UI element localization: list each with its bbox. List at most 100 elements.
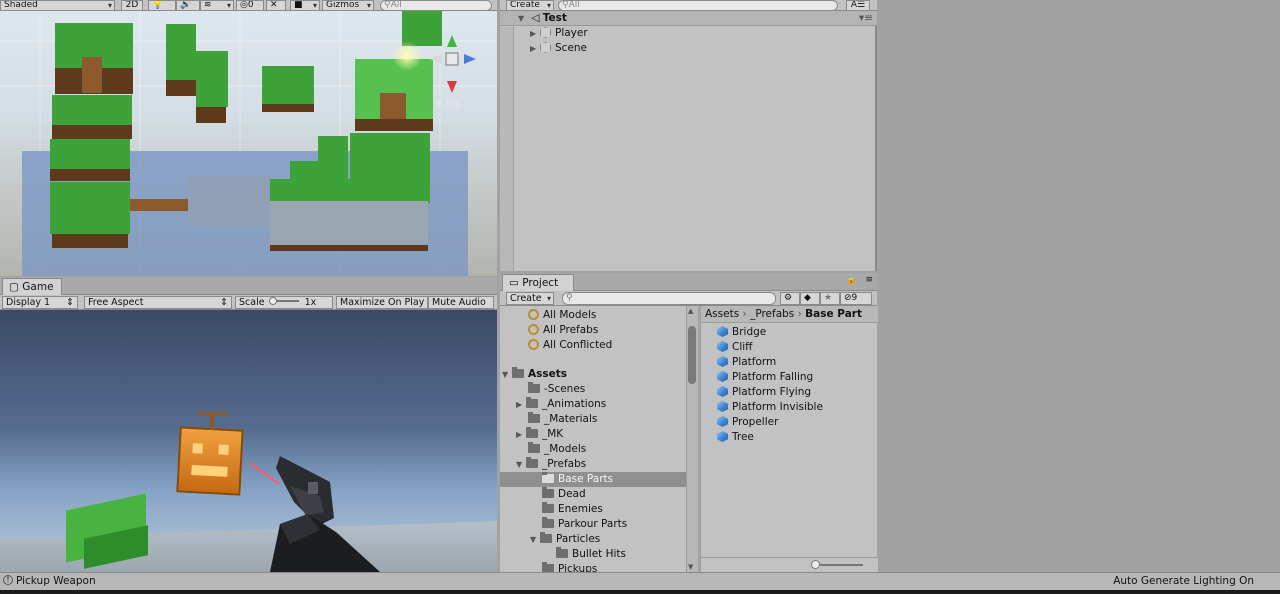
folder-item[interactable]: _Models bbox=[528, 442, 586, 457]
folder-tree-scrollbar[interactable]: ▲ ▼ bbox=[686, 306, 698, 572]
scene-menu-icon[interactable]: ▾≡ bbox=[859, 11, 873, 26]
lock-icon[interactable]: 🔒 bbox=[846, 275, 857, 285]
game-view[interactable] bbox=[0, 310, 497, 572]
expand-arrow-icon[interactable]: ▼ bbox=[516, 457, 526, 472]
hierarchy-item[interactable]: ▶ Scene bbox=[530, 41, 587, 56]
search-icon: ⚲ bbox=[384, 0, 391, 10]
player-weapon bbox=[270, 456, 380, 572]
scene-platform bbox=[188, 176, 270, 226]
display-dropdown[interactable]: Display 1 ⇕ bbox=[2, 296, 78, 309]
asset-item[interactable]: Platform bbox=[717, 355, 776, 370]
expand-arrow-icon[interactable]: ▶ bbox=[516, 397, 526, 412]
audio-toggle-icon[interactable]: 🔊 bbox=[176, 0, 200, 11]
prefab-icon bbox=[717, 341, 728, 352]
hierarchy-create-dropdown[interactable]: Create bbox=[506, 0, 554, 11]
breadcrumb-item[interactable]: Assets bbox=[705, 308, 739, 320]
folder-item[interactable]: _Materials bbox=[528, 412, 597, 427]
project-create-dropdown[interactable]: Create bbox=[506, 292, 554, 305]
scroll-down-arrow-icon[interactable]: ▼ bbox=[688, 563, 693, 571]
hierarchy-scene-row[interactable]: ▼ ◁ Test ▾≡ bbox=[500, 11, 877, 26]
folder-icon bbox=[540, 532, 552, 543]
asset-item[interactable]: Platform Invisible bbox=[717, 400, 823, 415]
asset-item[interactable]: Cliff bbox=[717, 340, 752, 355]
folder-icon bbox=[528, 382, 540, 393]
scale-slider-track[interactable] bbox=[268, 297, 299, 305]
status-message[interactable]: Pickup Weapon bbox=[16, 575, 96, 587]
panel-menu-icon[interactable]: ≡ bbox=[865, 275, 873, 285]
tools-icon[interactable]: ✕ bbox=[266, 0, 286, 11]
maximize-on-play-toggle[interactable]: Maximize On Play bbox=[336, 296, 428, 309]
folder-item[interactable]: ▶ _Animations bbox=[516, 397, 606, 412]
hierarchy-options-icon[interactable]: A☰ bbox=[846, 0, 870, 11]
folder-icon bbox=[542, 487, 554, 498]
expand-arrow-icon[interactable]: ▶ bbox=[530, 41, 540, 56]
lighting-toggle-icon[interactable]: 💡 bbox=[148, 0, 176, 11]
folder-item[interactable]: -Scenes bbox=[528, 382, 585, 397]
shading-mode-dropdown[interactable]: Shaded bbox=[0, 0, 115, 11]
folder-item[interactable]: ▼ Particles bbox=[530, 532, 600, 547]
hidden-objects-toggle[interactable]: ◎0 bbox=[236, 0, 264, 11]
favorite-item[interactable]: All Prefabs bbox=[528, 323, 598, 338]
gameobject-icon bbox=[540, 27, 551, 38]
prefab-icon bbox=[717, 371, 728, 382]
folder-item[interactable]: Bullet Hits bbox=[556, 547, 626, 562]
prefab-icon bbox=[717, 386, 728, 397]
icon-size-slider[interactable] bbox=[701, 557, 878, 572]
expand-arrow-icon[interactable]: ▼ bbox=[518, 11, 528, 26]
projection-label[interactable]: ≡ Iso bbox=[434, 99, 460, 110]
mute-audio-toggle[interactable]: Mute Audio bbox=[428, 296, 494, 309]
scene-block bbox=[52, 125, 132, 139]
folder-item[interactable]: Parkour Parts bbox=[542, 517, 627, 532]
tab-project[interactable]: ▭ Project bbox=[502, 274, 574, 291]
folder-item[interactable]: ▼ _Prefabs bbox=[516, 457, 586, 472]
search-by-label-icon[interactable]: ◆ bbox=[800, 292, 820, 305]
gizmos-dropdown[interactable]: Gizmos bbox=[322, 0, 374, 11]
project-search-input[interactable]: ⚲ bbox=[562, 292, 776, 305]
scene-block bbox=[270, 245, 428, 251]
scene-view[interactable]: ≡ Iso bbox=[0, 11, 497, 276]
folder-item[interactable]: ▶ _MK bbox=[516, 427, 563, 442]
expand-arrow-icon[interactable]: ▼ bbox=[530, 532, 540, 547]
scene-block bbox=[350, 133, 430, 203]
scene-search-input[interactable]: ⚲All bbox=[380, 0, 492, 11]
asset-item[interactable]: Platform Falling bbox=[717, 370, 813, 385]
asset-item[interactable]: Platform Flying bbox=[717, 385, 811, 400]
assets-root-folder[interactable]: ▼ Assets bbox=[502, 367, 567, 382]
scrollbar-thumb[interactable] bbox=[688, 326, 696, 384]
favorite-item[interactable]: All Models bbox=[528, 308, 596, 323]
tab-game[interactable]: ▢ Game bbox=[2, 278, 62, 295]
scroll-up-arrow-icon[interactable]: ▲ bbox=[688, 307, 693, 315]
scale-slider[interactable]: Scale 1x bbox=[235, 296, 333, 309]
aspect-dropdown[interactable]: Free Aspect ⇕ bbox=[84, 296, 232, 309]
scene-block bbox=[196, 107, 226, 123]
breadcrumb-item[interactable]: _Prefabs bbox=[750, 308, 794, 320]
asset-item[interactable]: Propeller bbox=[717, 415, 778, 430]
window-bottom-edge bbox=[0, 590, 1280, 594]
folder-item[interactable]: Pickups bbox=[542, 562, 597, 572]
breadcrumb-item-current[interactable]: Base Part bbox=[805, 308, 862, 320]
hidden-packages-toggle[interactable]: ⊘9 bbox=[840, 292, 872, 305]
expand-arrow-icon[interactable]: ▶ bbox=[516, 427, 526, 442]
asset-item[interactable]: Tree bbox=[717, 430, 754, 445]
scene-name: Test bbox=[542, 12, 567, 24]
search-filter-icon bbox=[528, 324, 539, 335]
scene-orientation-gizmo-icon[interactable] bbox=[424, 31, 480, 101]
folder-item[interactable]: Enemies bbox=[542, 502, 603, 517]
camera-dropdown-icon[interactable]: ■ bbox=[290, 0, 320, 11]
search-by-type-icon[interactable]: ⚙ bbox=[780, 292, 800, 305]
expand-arrow-icon[interactable]: ▼ bbox=[502, 367, 512, 382]
effects-dropdown-icon[interactable]: ≋ bbox=[200, 0, 234, 11]
favorite-item[interactable]: All Conflicted bbox=[528, 338, 612, 353]
lighting-status[interactable]: Auto Generate Lighting On bbox=[1113, 575, 1254, 587]
hierarchy-search-input[interactable]: ⚲All bbox=[558, 0, 838, 11]
folder-item-selected[interactable]: Base Parts bbox=[542, 472, 613, 487]
expand-arrow-icon[interactable]: ▶ bbox=[530, 26, 540, 41]
favorite-star-icon[interactable]: ★ bbox=[820, 292, 840, 305]
info-icon: ! bbox=[3, 575, 13, 585]
breadcrumb-separator-icon: › bbox=[742, 308, 751, 320]
folder-item[interactable]: Dead bbox=[542, 487, 586, 502]
2d-toggle[interactable]: 2D bbox=[121, 0, 143, 11]
hierarchy-scrollbar[interactable] bbox=[500, 27, 514, 271]
hierarchy-item[interactable]: ▶ Player bbox=[530, 26, 588, 41]
asset-item[interactable]: Bridge bbox=[717, 325, 766, 340]
